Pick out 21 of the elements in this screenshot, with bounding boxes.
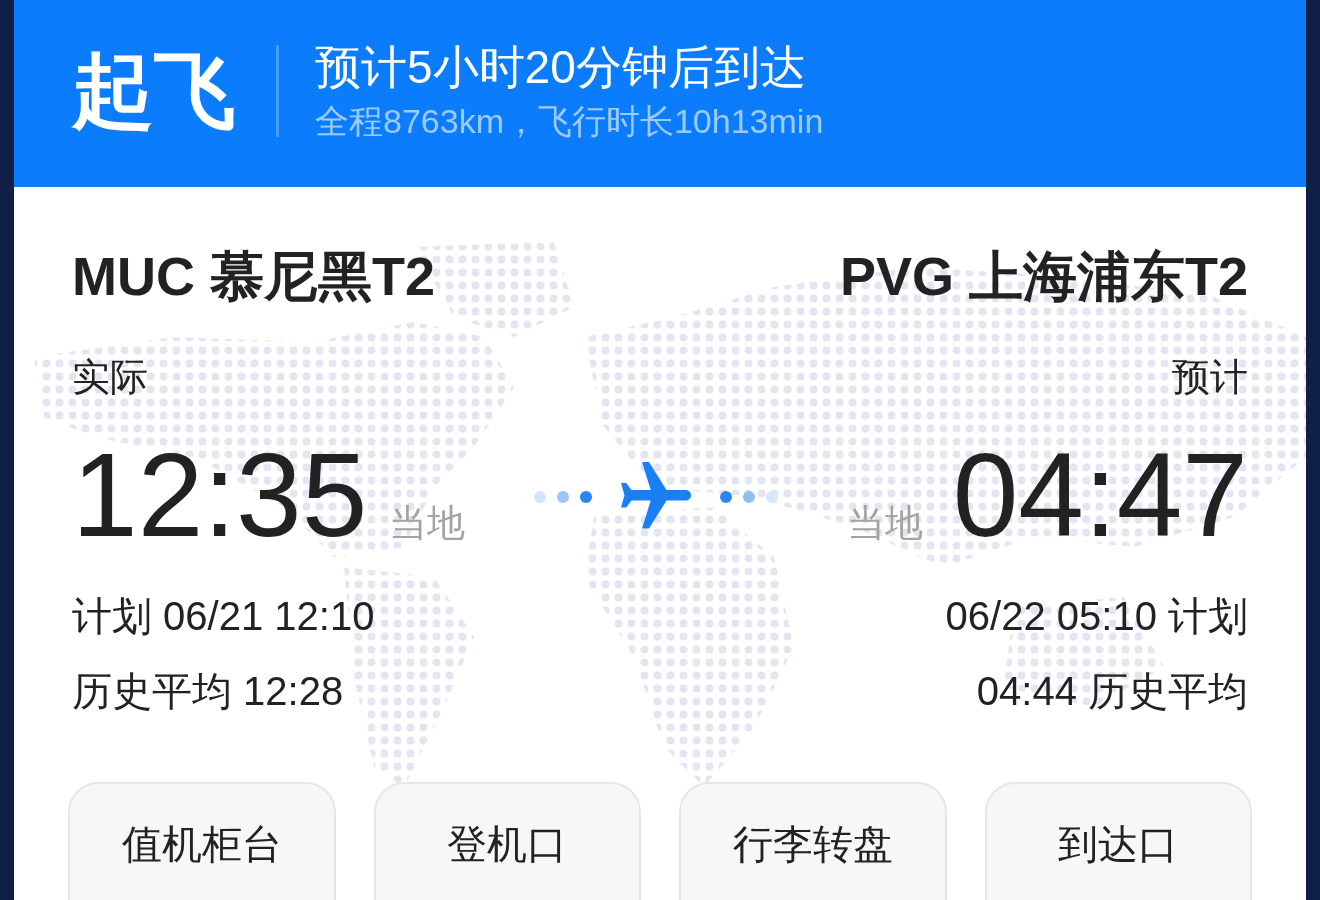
- departure-time-label: 实际: [72, 358, 148, 396]
- arrival-airport: PVG 上海浦东T2: [839, 249, 1248, 303]
- local-time-label: 当地: [846, 504, 923, 542]
- flight-distance-duration: 全程8763km，飞行时长10h13min: [315, 101, 824, 142]
- dot-trail-icon: [533, 490, 593, 504]
- local-time-label: 当地: [389, 504, 466, 542]
- flight-status: 起飞: [72, 49, 236, 132]
- info-button[interactable]: 登机口: [373, 782, 641, 900]
- departure-scheduled-time: 计划 06/21 12:10: [72, 596, 375, 636]
- arrival-scheduled-time: 06/22 05:10 计划: [945, 596, 1248, 636]
- departure-historical-average: 历史平均 12:28: [72, 671, 344, 711]
- info-button[interactable]: 到达口: [984, 782, 1252, 900]
- dot-trail-icon: [719, 490, 779, 504]
- arrival-historical-average: 04:44 历史平均: [976, 671, 1248, 711]
- departure-airport: MUC 慕尼黑T2: [72, 249, 435, 303]
- arrival-time: 04:47: [952, 436, 1248, 554]
- arrival-time-label: 预计: [1172, 358, 1248, 396]
- arrival-estimate: 预计5小时20分钟后到达: [315, 39, 807, 95]
- info-button[interactable]: 行李转盘: [679, 782, 947, 900]
- info-button[interactable]: 值机柜台: [68, 782, 336, 900]
- departure-time: 12:35: [72, 436, 368, 554]
